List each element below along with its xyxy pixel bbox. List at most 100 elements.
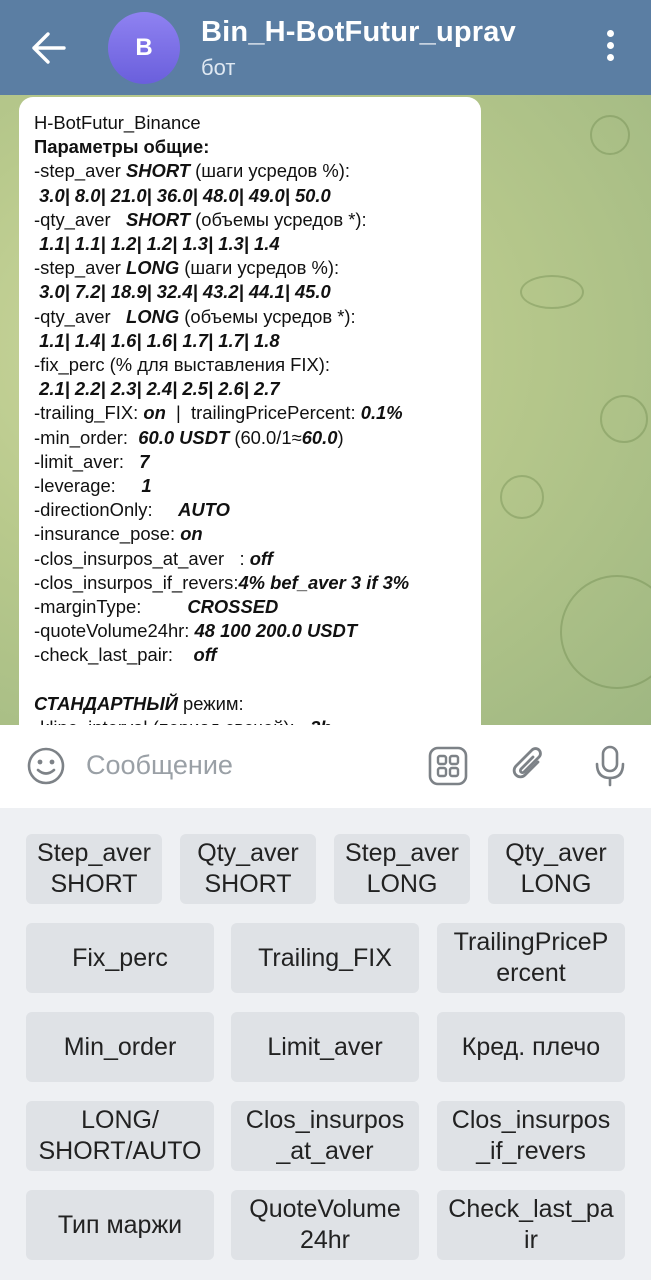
message-input[interactable]: Сообщение [86,750,233,781]
message-line: -qty_aver LONG (объемы усредов *): [34,305,481,329]
emoji-icon[interactable] [26,746,66,786]
key-quote-volume-24hr[interactable]: QuoteVolume 24hr [231,1190,419,1260]
key-margin-type[interactable]: Тип маржи [26,1190,214,1260]
message-segment: on [143,402,166,424]
message-segment: -min_order: [34,426,139,448]
message-segment: AUTO [178,499,230,521]
message-segment: -limit_aver: [34,450,140,472]
key-min-order[interactable]: Min_order [26,1012,214,1082]
message-line: СТАНДАРТНЫЙ режим: [34,692,481,716]
back-arrow-icon[interactable] [28,30,68,66]
message-line: -insurance_pose: on [34,522,481,546]
message-line: -clos_insurpos_at_aver : off [34,547,481,571]
message-segment: -qty_aver [34,305,126,327]
message-segment: 48 100 200.0 USDT [194,620,358,642]
message-line: -marginType: CROSSED [34,595,481,619]
message-segment: Параметры общие: [34,136,210,158]
message-segment: LONG [126,257,180,279]
key-direction[interactable]: LONG/ SHORT/AUTO [26,1101,214,1171]
message-segment: off [249,547,273,569]
message-segment: -marginType: [34,596,188,618]
message-segment: -step_aver [34,257,126,279]
attach-icon[interactable] [508,744,550,788]
message-line: -step_aver SHORT (шаги усредов %): [34,159,481,183]
message-line: Параметры общие: [34,135,481,159]
message-segment: 2.1| 2.2| 2.3| 2.4| 2.5| 2.6| 2.7 [34,378,280,400]
key-fix-perc[interactable]: Fix_perc [26,923,214,993]
message-segment: off [193,644,217,666]
message-line: 1.1| 1.4| 1.6| 1.6| 1.7| 1.7| 1.8 [34,329,481,353]
message-line: H-BotFutur_Binance [34,111,481,135]
message-segment: 4% bef_aver 3 if 3% [238,571,410,593]
message-line: -directionOnly: AUTO [34,498,481,522]
key-step-aver-long[interactable]: Step_aver LONG [334,834,470,904]
message-segment: 0.1% [360,402,403,424]
key-qty-aver-short[interactable]: Qty_aver SHORT [180,834,316,904]
message-line: -kline_interval (период свечей): 2h [34,716,481,725]
avatar[interactable]: B [108,12,180,84]
message-line: -min_order: 60.0 USDT (60.0/1≈60.0) [34,426,481,450]
message-segment: CROSSED [187,596,279,618]
message-segment: 60.0 USDT [138,426,230,448]
message-line: -clos_insurpos_if_revers:4% bef_aver 3 i… [34,571,481,595]
message-segment: -kline_interval (период свечей): [34,717,310,725]
message-segment: 1.1| 1.1| 1.2| 1.2| 1.3| 1.3| 1.4 [34,233,280,255]
message-segment: 60.0 [301,426,338,448]
key-qty-aver-long[interactable]: Qty_aver LONG [488,834,624,904]
message-line: 1.1| 1.1| 1.2| 1.2| 1.3| 1.3| 1.4 [34,232,481,256]
message-line: -fix_perc (% для выставления FIX): [34,353,481,377]
message-line: 3.0| 8.0| 21.0| 36.0| 48.0| 49.0| 50.0 [34,184,481,208]
message-segment: 3.0| 7.2| 18.9| 32.4| 43.2| 44.1| 45.0 [34,281,331,303]
message-line: 2.1| 2.2| 2.3| 2.4| 2.5| 2.6| 2.7 [34,377,481,401]
message-line: -qty_aver SHORT (объемы усредов *): [34,208,481,232]
message-segment: 3.0| 8.0| 21.0| 36.0| 48.0| 49.0| 50.0 [34,184,331,206]
message-segment: ) [337,426,344,448]
message-segment: LONG [126,305,180,327]
message-segment: (60.0/1≈ [229,426,302,448]
key-trailing-price-percent[interactable]: TrailingPriceP ercent [437,923,625,993]
microphone-icon[interactable] [589,744,631,788]
message-segment: -step_aver [34,160,126,182]
message-segment: | trailingPricePercent: [165,402,361,424]
message-line [34,668,481,692]
key-clos-insurpos-at-aver[interactable]: Clos_insurpos _at_aver [231,1101,419,1171]
message-segment: -insurance_pose: [34,523,181,545]
chat-area[interactable]: H-BotFutur_Binance Параметры общие: -step_… [0,95,651,725]
chat-subtitle: бот [201,55,236,80]
message-segment: -qty_aver [34,208,126,230]
message-segment [34,669,39,690]
key-limit-aver[interactable]: Limit_aver [231,1012,419,1082]
message-segment: (объемы усредов *): [179,305,356,327]
message-line: -step_aver LONG (шаги усредов %): [34,256,481,280]
message-line: -check_last_pair: off [34,643,481,667]
chat-header: B Bin_H-BotFutur_uprav бот [0,0,651,95]
message-segment: СТАНДАРТНЫЙ [34,692,178,714]
message-segment: 1.1| 1.4| 1.6| 1.6| 1.7| 1.7| 1.8 [34,329,280,351]
message-segment: -quoteVolume24hr: [34,620,195,642]
key-clos-insurpos-if-revers[interactable]: Clos_insurpos _if_revers [437,1101,625,1171]
message-segment: -trailing_FIX: [34,402,144,424]
message-line: -quoteVolume24hr: 48 100 200.0 USDT [34,619,481,643]
message-segment: -leverage: [34,475,142,497]
more-menu-icon[interactable] [596,30,624,66]
message-segment: SHORT [126,160,191,182]
key-trailing-fix[interactable]: Trailing_FIX [231,923,419,993]
message-segment: -fix_perc (% для выставления FIX): [34,354,331,376]
message-segment: -clos_insurpos_if_revers: [34,571,239,593]
message-segment: -check_last_pair: [34,644,194,666]
bot-keyboard-icon[interactable] [427,744,469,788]
message-segment: on [180,523,203,545]
message-segment: режим: [177,692,244,714]
key-leverage[interactable]: Кред. плечо [437,1012,625,1082]
message-bubble[interactable]: H-BotFutur_Binance Параметры общие: -step_… [19,97,481,725]
message-line: 3.0| 7.2| 18.9| 32.4| 43.2| 44.1| 45.0 [34,280,481,304]
message-segment: 7 [139,450,150,472]
key-check-last-pair[interactable]: Check_last_pa ir [437,1190,625,1260]
message-segment: (шаги усредов %): [179,257,340,279]
message-segment: -directionOnly: [34,499,179,521]
chat-title[interactable]: Bin_H-BotFutur_uprav [201,16,516,49]
message-segment: -clos_insurpos_at_aver : [34,547,250,569]
message-line: -trailing_FIX: on | trailingPricePercent… [34,401,481,425]
message-segment: (шаги усредов %): [190,160,351,182]
key-step-aver-short[interactable]: Step_aver SHORT [26,834,162,904]
